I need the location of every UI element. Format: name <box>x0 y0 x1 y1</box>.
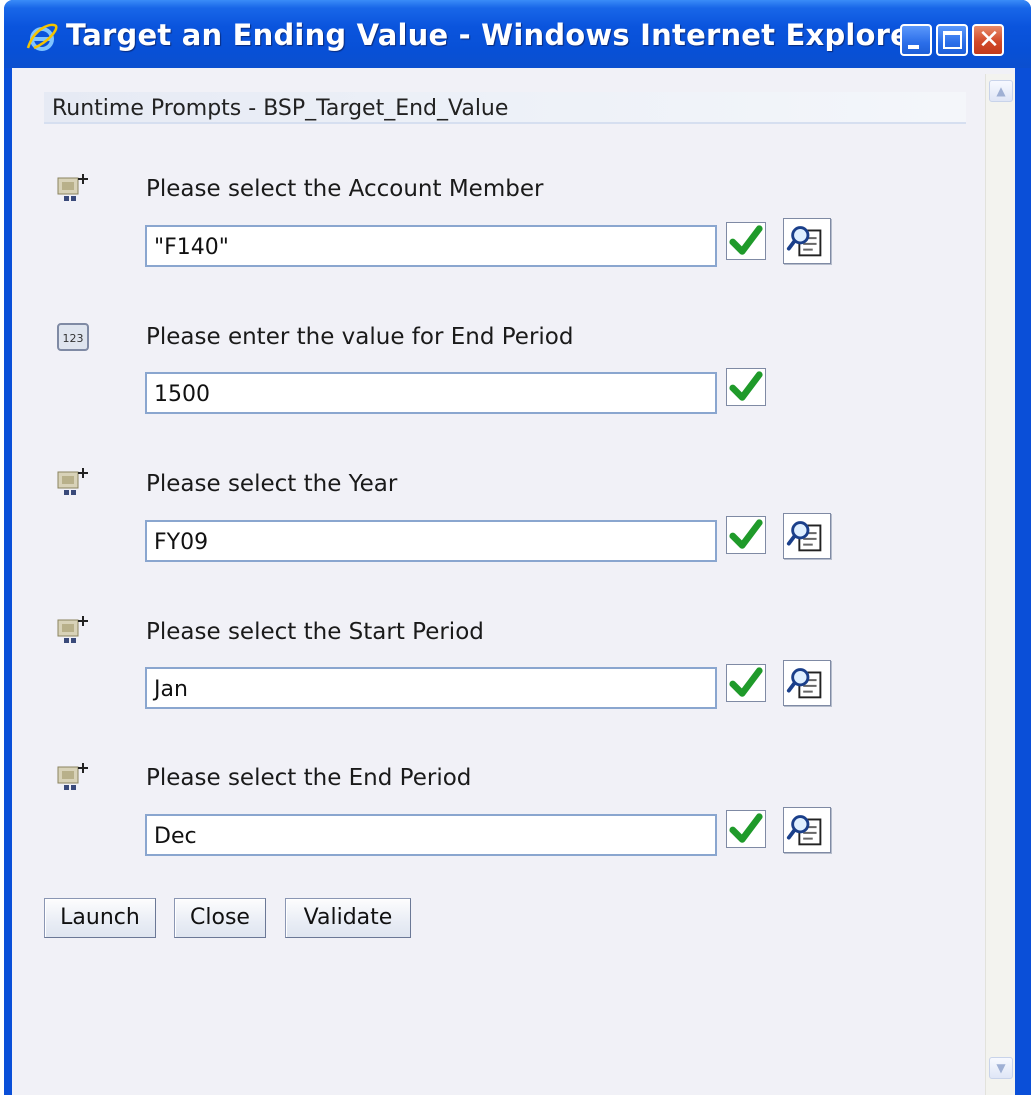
page-title: Runtime Prompts - BSP_Target_End_Value <box>52 96 509 121</box>
vertical-scrollbar[interactable]: ▲ ▼ <box>985 74 1015 1095</box>
member-lookup-icon[interactable] <box>783 218 831 264</box>
year-input[interactable]: FY09 <box>145 520 717 562</box>
scroll-down-icon[interactable]: ▼ <box>989 1057 1013 1079</box>
title-bar[interactable]: Target an Ending Value - Windows Interne… <box>4 0 1031 68</box>
validate-check-icon[interactable] <box>726 664 766 702</box>
member-selection-icon <box>57 174 88 201</box>
member-selection-icon <box>57 468 88 495</box>
validate-check-icon[interactable] <box>726 810 766 848</box>
prompt-label-account-member: Please select the Account Member <box>146 176 544 202</box>
member-lookup-icon[interactable] <box>783 513 831 559</box>
minimize-button[interactable] <box>900 24 932 56</box>
launch-button[interactable]: Launch <box>44 898 156 938</box>
prompt-label-year: Please select the Year <box>146 471 398 497</box>
close-button[interactable]: Close <box>174 898 266 938</box>
maximize-icon <box>943 31 962 49</box>
page-content <box>12 68 1015 1095</box>
member-selection-icon <box>57 763 88 790</box>
validate-check-icon[interactable] <box>726 516 766 554</box>
minimize-icon <box>908 45 919 49</box>
svg-text:123: 123 <box>63 332 84 345</box>
close-icon: ✕ <box>978 25 1000 55</box>
member-lookup-icon[interactable] <box>783 807 831 853</box>
start-period-input[interactable]: Jan <box>145 667 717 709</box>
validate-check-icon[interactable] <box>726 368 766 406</box>
ie-icon <box>26 23 58 51</box>
scroll-up-icon[interactable]: ▲ <box>989 80 1013 102</box>
member-lookup-icon[interactable] <box>783 660 831 706</box>
end-period-value-input[interactable]: 1500 <box>145 372 717 414</box>
validate-button[interactable]: Validate <box>285 898 411 938</box>
close-window-button[interactable]: ✕ <box>972 24 1004 56</box>
maximize-button[interactable] <box>936 24 968 56</box>
end-period-input[interactable]: Dec <box>145 814 717 856</box>
validate-check-icon[interactable] <box>726 222 766 260</box>
window-title: Target an Ending Value - Windows Interne… <box>66 18 925 52</box>
prompt-label-end-period-value: Please enter the value for End Period <box>146 324 574 350</box>
prompt-label-start-period: Please select the Start Period <box>146 619 484 645</box>
prompt-label-end-period: Please select the End Period <box>146 765 472 791</box>
account-member-input[interactable]: "F140" <box>145 225 717 267</box>
member-selection-icon <box>57 616 88 643</box>
numeric-123-icon: 123 <box>57 323 89 351</box>
